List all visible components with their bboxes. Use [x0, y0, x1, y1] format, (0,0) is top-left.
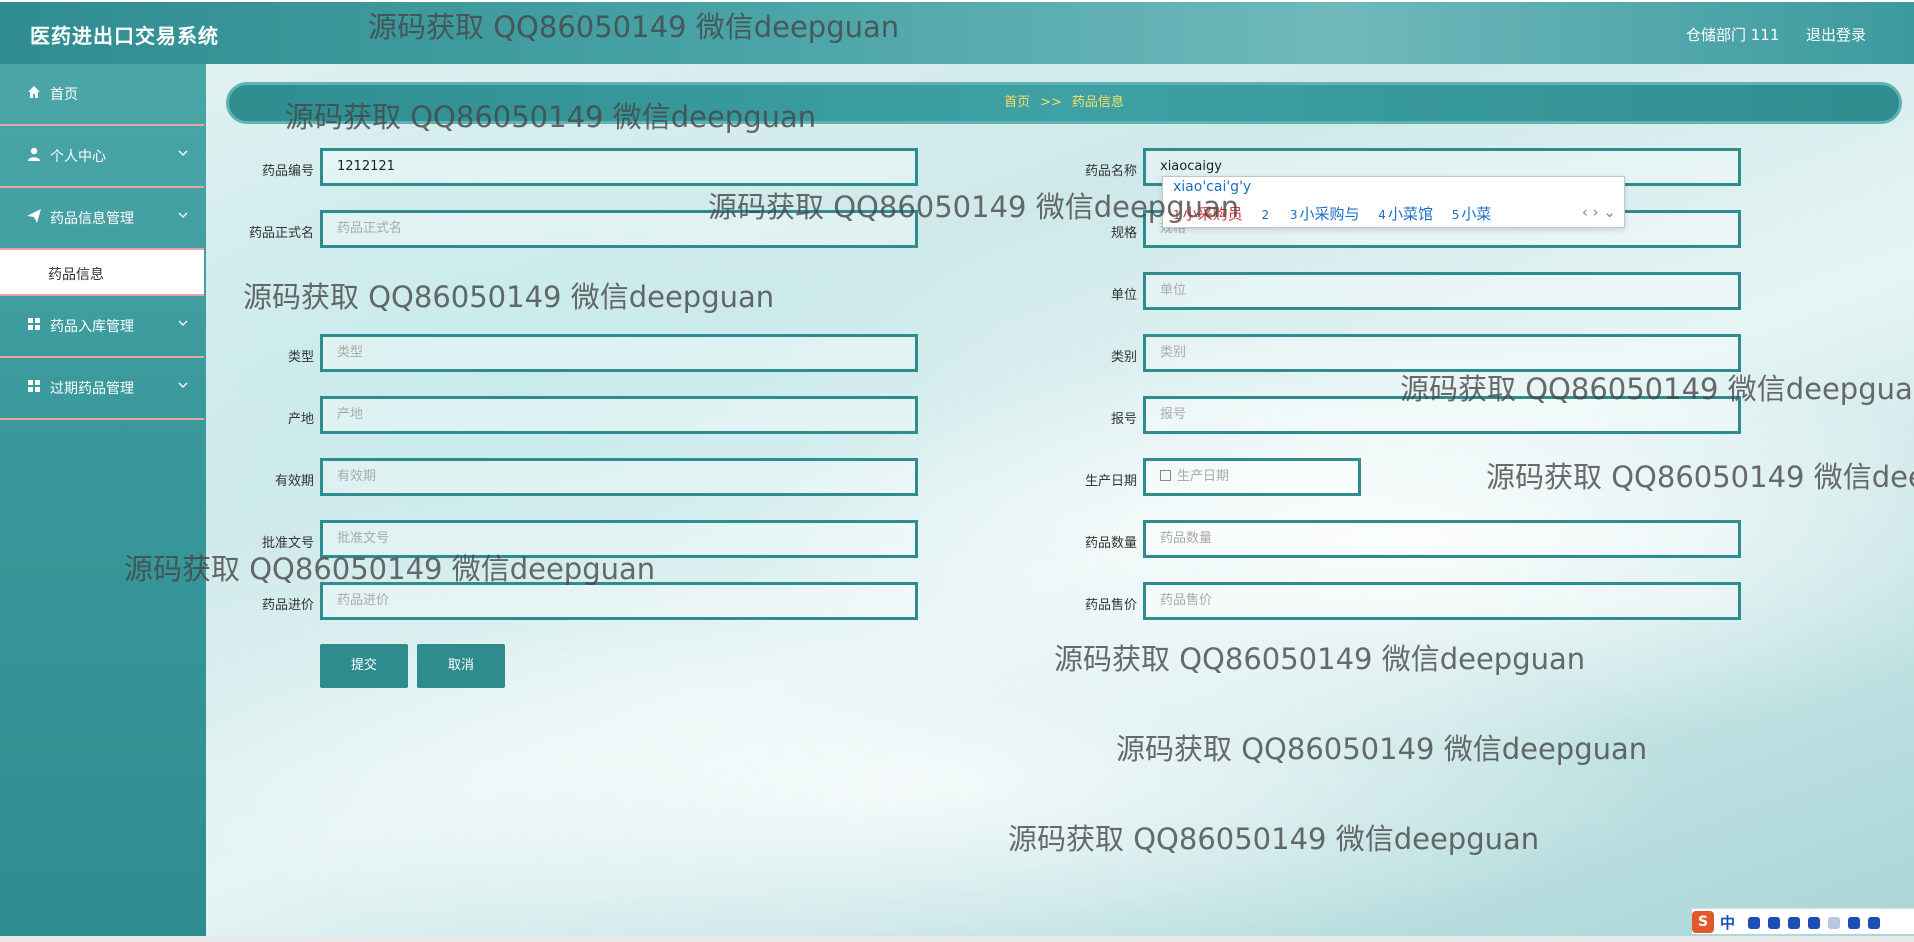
- sale-price-input[interactable]: 药品售价: [1143, 582, 1741, 620]
- punctuation-icon[interactable]: [1748, 917, 1760, 929]
- app-window: 医药进出口交易系统 仓储部门 111 退出登录 首页 个人中心 药品信息管理 药…: [0, 2, 1914, 938]
- chevron-down-icon: [178, 320, 188, 326]
- app-title: 医药进出口交易系统: [30, 24, 219, 48]
- breadcrumb-current: 药品信息: [1071, 95, 1124, 110]
- submit-button[interactable]: 提交: [320, 644, 408, 688]
- sidebar: 首页 个人中心 药品信息管理 药品信息 药品入库管理 过期药品管理: [0, 64, 206, 938]
- watermark-text: 源码获取 QQ86050149 微信deepguan: [708, 190, 1240, 224]
- watermark-text: 源码获取 QQ86050149 微信deepguan: [243, 280, 775, 314]
- field-label-sale-price: 药品售价: [1084, 598, 1137, 613]
- field-label-category: 类别: [1110, 350, 1137, 365]
- grid-icon: [28, 380, 40, 392]
- expiry-input[interactable]: 有效期: [320, 458, 918, 496]
- ime-page-nav[interactable]: ‹ › ⌄: [1582, 203, 1616, 221]
- chevron-down-icon: [178, 212, 188, 218]
- emoji-icon[interactable]: [1768, 917, 1780, 929]
- cancel-button[interactable]: 取消: [417, 644, 505, 688]
- sidebar-subitem-label: 药品信息: [48, 267, 104, 283]
- top-bar: 医药进出口交易系统 仓储部门 111 退出登录: [0, 2, 1914, 64]
- calendar-icon: [1160, 470, 1171, 481]
- ime-mode-indicator[interactable]: 中: [1720, 912, 1735, 933]
- current-user: 仓储部门 111: [1686, 26, 1780, 44]
- watermark-text: 源码获取 QQ86050149 微信deepguan: [1054, 642, 1586, 676]
- watermark-text: 源码获取 QQ86050149 微信deepguan: [124, 552, 656, 586]
- sidebar-item-expired[interactable]: 过期药品管理: [0, 358, 204, 420]
- drug-code-input[interactable]: 1212121: [320, 148, 918, 186]
- field-label-unit: 单位: [1110, 288, 1137, 303]
- chevron-down-icon: [178, 150, 188, 156]
- breadcrumb-separator: >>: [1040, 95, 1062, 110]
- sogou-logo-icon[interactable]: S: [1692, 911, 1714, 933]
- production-date-picker[interactable]: 生产日期: [1143, 458, 1361, 496]
- origin-input[interactable]: 产地: [320, 396, 918, 434]
- grid-icon: [28, 318, 40, 330]
- ime-tray: S 中: [1692, 908, 1914, 934]
- field-label-type: 类型: [287, 350, 314, 365]
- sidebar-item-label: 首页: [50, 87, 78, 103]
- watermark-text: 源码获取 QQ86050149 微信deepguan: [368, 10, 900, 44]
- sidebar-item-label: 个人中心: [50, 149, 106, 165]
- field-label-production-date: 生产日期: [1084, 474, 1137, 489]
- send-icon: [27, 209, 41, 223]
- home-icon: [28, 86, 40, 98]
- field-label-drug-code: 药品编号: [261, 164, 314, 179]
- watermark-text: 源码获取 QQ86050149 微信deepguan: [1400, 372, 1914, 406]
- bottom-edge: [0, 936, 1914, 942]
- field-label-official-name: 药品正式名: [248, 226, 314, 241]
- quantity-input[interactable]: 药品数量: [1143, 520, 1741, 558]
- keyboard-icon[interactable]: [1808, 917, 1820, 929]
- logout-link[interactable]: 退出登录: [1806, 24, 1866, 45]
- ime-candidate[interactable]: 4 小菜馆: [1378, 205, 1433, 223]
- watermark-text: 源码获取 QQ86050149 微信deepguan: [1486, 460, 1914, 494]
- field-label-report-no: 报号: [1110, 412, 1137, 427]
- skin-icon[interactable]: [1848, 917, 1860, 929]
- sidebar-item-personal[interactable]: 个人中心: [0, 126, 204, 188]
- field-label-quantity: 药品数量: [1084, 536, 1137, 551]
- production-date-placeholder: 生产日期: [1177, 469, 1230, 484]
- ime-candidate[interactable]: 5 小菜: [1452, 205, 1492, 223]
- breadcrumb-home[interactable]: 首页: [1004, 95, 1030, 110]
- field-label-origin: 产地: [287, 412, 314, 427]
- microphone-icon[interactable]: [1788, 917, 1800, 929]
- watermark-text: 源码获取 QQ86050149 微信deepguan: [1008, 822, 1540, 856]
- sidebar-item-label: 过期药品管理: [50, 381, 134, 397]
- sidebar-item-stock-in[interactable]: 药品入库管理: [0, 296, 204, 358]
- sidebar-item-drug-info[interactable]: 药品信息管理: [0, 188, 204, 250]
- user-icon: [28, 147, 40, 161]
- toolbox-icon[interactable]: [1868, 917, 1880, 929]
- ime-candidate[interactable]: 2: [1261, 205, 1271, 223]
- field-label-drug-name: 药品名称: [1084, 164, 1137, 179]
- sidebar-subitem-drug-info[interactable]: 药品信息: [0, 250, 204, 296]
- user-icon[interactable]: [1828, 917, 1840, 929]
- field-label-purchase-price: 药品进价: [261, 598, 314, 613]
- field-label-expiry: 有效期: [274, 474, 314, 489]
- chevron-down-icon: [178, 382, 188, 388]
- sidebar-item-home[interactable]: 首页: [0, 64, 204, 126]
- watermark-text: 源码获取 QQ86050149 微信deepguan: [1116, 732, 1648, 766]
- type-input[interactable]: 类型: [320, 334, 918, 372]
- watermark-text: 源码获取 QQ86050149 微信deepguan: [285, 100, 817, 134]
- ime-candidate[interactable]: 3 小采购与: [1290, 205, 1360, 223]
- unit-input[interactable]: 单位: [1143, 272, 1741, 310]
- sidebar-item-label: 药品信息管理: [50, 211, 134, 227]
- sidebar-item-label: 药品入库管理: [50, 319, 134, 335]
